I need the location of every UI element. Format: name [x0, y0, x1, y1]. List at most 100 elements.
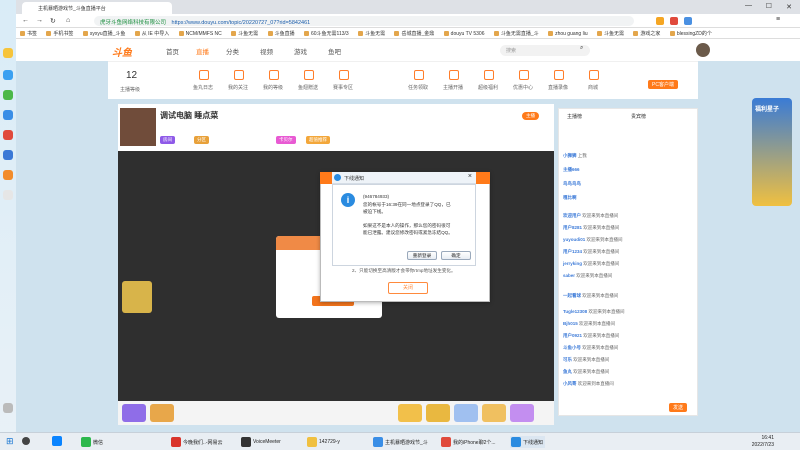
anchor-avatar[interactable] — [120, 108, 156, 146]
toolbar-item[interactable]: 商城 — [578, 84, 608, 91]
bookmark[interactable]: 斗鱼直播 — [264, 28, 299, 38]
taskbar-item[interactable]: 142729-y — [306, 436, 342, 448]
bookmark[interactable]: 游戏之家 — [629, 28, 664, 38]
nav-yuba[interactable]: 鱼吧 — [328, 46, 341, 56]
taskbar-item[interactable]: 今晚我们..-网易云 — [170, 436, 224, 448]
back-icon[interactable]: ← — [22, 17, 29, 24]
chat-tab[interactable]: 贵宾榜 — [631, 113, 646, 120]
chat-message: saber 欢迎来到本直播间 — [563, 273, 613, 278]
chrome-icon — [373, 437, 383, 447]
bookmark[interactable]: 60斗鱼无需113/3 — [300, 28, 353, 38]
toolbar-item[interactable]: 超级福利 — [473, 84, 503, 91]
bookmark[interactable]: NCM/MMFS NC — [175, 29, 226, 38]
info-icon: i — [341, 193, 355, 207]
settings-icon[interactable] — [3, 403, 13, 413]
room-tag[interactable]: 卡贝尔 — [276, 136, 296, 144]
toolbar-item[interactable]: 优惠中心 — [508, 84, 538, 91]
search-input[interactable]: 搜索 — [500, 45, 590, 56]
bookmark[interactable]: syxyu直播_斗鱼 — [79, 28, 130, 38]
nav-game[interactable]: 游戏 — [294, 46, 307, 56]
pc-client-button[interactable]: PC客户端 — [648, 80, 678, 89]
mail-icon — [449, 70, 459, 80]
gift-item[interactable] — [510, 404, 534, 422]
close-icon[interactable]: × — [468, 173, 472, 180]
dialog-edge — [320, 172, 332, 184]
minimize-icon[interactable]: — — [745, 2, 752, 9]
nav-category[interactable]: 分类 — [226, 46, 239, 56]
send-button[interactable]: 发送 — [669, 403, 688, 412]
chat-tab[interactable]: 主播榜 — [567, 113, 582, 120]
room-tag[interactable]: 分区 — [194, 136, 209, 144]
url-input[interactable]: 虎牙斗鱼网络科技有限公司 https://www.douyu.com/topic… — [94, 16, 634, 26]
toolbar-item[interactable]: 任务领取 — [403, 84, 433, 91]
reload-icon[interactable]: ↻ — [50, 17, 56, 25]
bookmark[interactable]: 斗鱼无需 — [227, 28, 262, 38]
extension-icon[interactable] — [684, 17, 692, 25]
toolbar-item[interactable]: 主播开播 — [438, 84, 468, 91]
bookmark[interactable]: 岳城直播_金鼎 — [390, 28, 438, 38]
avatar[interactable] — [696, 43, 710, 57]
gift-item[interactable] — [398, 404, 422, 422]
app-icon[interactable] — [3, 190, 13, 200]
forward-icon[interactable]: → — [36, 17, 43, 24]
gift-item[interactable] — [426, 404, 450, 422]
extension-icon[interactable] — [656, 17, 664, 25]
search-icon[interactable] — [22, 437, 30, 445]
toolbar-item[interactable]: 直播录像 — [543, 84, 573, 91]
nav-home[interactable]: 首页 — [166, 46, 179, 56]
browser-tab[interactable]: 主机暴晒游戏节_斗鱼直播平台 — [22, 2, 172, 14]
bookmark[interactable]: douyu TV 5306 — [440, 29, 489, 38]
bookmark[interactable]: 斗鱼无需 — [354, 28, 389, 38]
room-tag[interactable]: 超值推荐 — [306, 136, 330, 144]
chat-message: 用户0921 欢迎来到本直播间 — [563, 333, 620, 338]
toolbar-item[interactable]: 赛事专区 — [328, 84, 358, 91]
event-badge[interactable] — [122, 281, 152, 313]
bookmark[interactable]: 斗鱼无需直播_斗 — [490, 28, 543, 38]
site-logo[interactable]: 斗鱼 — [112, 44, 132, 59]
nav-live[interactable]: 直播 — [196, 46, 209, 56]
bookmark[interactable]: 斗鱼无需 — [593, 28, 628, 38]
toolbar-item[interactable]: 我的等级 — [258, 84, 288, 91]
follow-button[interactable]: 主播 — [522, 112, 539, 120]
browser-icon[interactable] — [52, 436, 62, 446]
taskbar-item[interactable]: 微信 — [80, 436, 105, 448]
app-icon[interactable] — [3, 170, 13, 180]
close-icon[interactable]: ✕ — [786, 3, 792, 11]
dialog-body: i (946784933) 您的帐号于16:39在同一地点登录了QQ，已 被迫下… — [332, 184, 476, 266]
toolbar-item[interactable]: 鱼翅赠送 — [293, 84, 323, 91]
bookmark[interactable]: 手机书签 — [42, 28, 77, 38]
taskbar-item[interactable]: VoiceMeeter — [240, 436, 283, 448]
ok-button[interactable]: 确定 — [441, 251, 471, 260]
app-icon[interactable] — [3, 130, 13, 140]
toolbar-item[interactable]: 我的关注 — [223, 84, 253, 91]
home-icon[interactable]: ⌂ — [66, 17, 70, 24]
bookmark[interactable]: blessingZD的个 — [666, 28, 716, 38]
app-icon[interactable] — [3, 70, 13, 80]
background-confirm-button[interactable]: 关闭 — [388, 282, 428, 294]
room-tag[interactable]: 房间 — [160, 136, 175, 144]
taskbar-item[interactable]: 我的iPhone聊2个... — [440, 436, 498, 448]
bookmark[interactable]: zhou guang liu — [544, 29, 592, 38]
folder-icon[interactable] — [3, 48, 13, 58]
start-icon[interactable]: ⊞ — [6, 436, 14, 447]
menu-icon[interactable]: ≡ — [776, 16, 780, 23]
gift-item[interactable] — [150, 404, 174, 422]
toolbar-item[interactable]: 鱼丸日志 — [188, 84, 218, 91]
search-icon[interactable]: ⌕ — [580, 45, 583, 52]
bookmark[interactable]: 从 IE 中导入 — [131, 28, 174, 38]
app-icon[interactable] — [3, 150, 13, 160]
promo-banner[interactable]: 福利星子 — [752, 98, 792, 206]
gift-item[interactable] — [482, 404, 506, 422]
gift-item[interactable] — [454, 404, 478, 422]
maximize-icon[interactable]: ☐ — [766, 2, 772, 10]
nav-video[interactable]: 视频 — [260, 46, 273, 56]
gift-item[interactable] — [122, 404, 146, 422]
extension-icon[interactable] — [670, 17, 678, 25]
bookmark[interactable]: 书签 — [16, 28, 41, 38]
relogin-button[interactable]: 重新登录 — [407, 251, 437, 260]
taskbar-item[interactable]: 下线通知 — [510, 436, 546, 448]
app-icon[interactable] — [3, 110, 13, 120]
chat-message: Tugle12308 欢迎来到本直播间 — [563, 309, 625, 314]
taskbar-item[interactable]: 主机暴晒游戏节_斗 — [372, 436, 430, 448]
wechat-icon[interactable] — [3, 90, 13, 100]
